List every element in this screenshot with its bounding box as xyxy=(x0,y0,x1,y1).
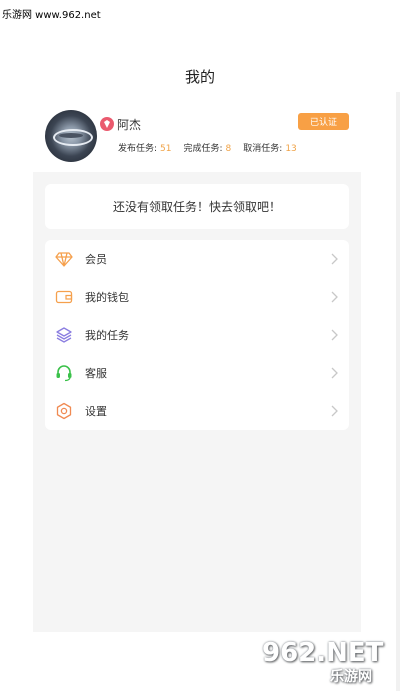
top-watermark: 乐游网 www.962.net xyxy=(2,10,101,21)
menu-item-settings[interactable]: 设置 xyxy=(45,392,349,430)
logo-subtext: 乐游网 xyxy=(330,669,372,685)
stat-label: 取消任务: xyxy=(243,144,283,154)
site-logo-watermark: 962.NET 乐游网 xyxy=(262,638,394,686)
wallet-icon xyxy=(55,288,73,306)
menu-label: 我的任务 xyxy=(85,329,129,342)
no-task-notice[interactable]: 还没有领取任务！快去领取吧！ xyxy=(45,184,349,229)
stat-value: 51 xyxy=(160,144,172,154)
username: 阿杰 xyxy=(117,117,142,132)
stat-label: 完成任务: xyxy=(183,144,223,154)
chevron-right-icon xyxy=(329,290,339,304)
settings-icon xyxy=(55,402,73,420)
menu-label: 客服 xyxy=(85,367,107,380)
stat-completed: 完成任务: 8 xyxy=(184,141,232,154)
page-title: 我的 xyxy=(184,68,215,86)
gem-badge-icon xyxy=(100,117,114,131)
menu-label: 设置 xyxy=(85,405,107,418)
headset-icon xyxy=(55,364,73,382)
user-row: 阿杰 xyxy=(100,115,141,133)
layers-icon xyxy=(55,326,73,344)
avatar[interactable] xyxy=(45,110,97,162)
menu-list: 会员 我的钱包 我的任务 客服 设置 xyxy=(45,240,349,430)
logo-text: 962.NET xyxy=(262,638,384,668)
chevron-right-icon xyxy=(329,366,339,380)
chevron-right-icon xyxy=(329,328,339,342)
menu-item-wallet[interactable]: 我的钱包 xyxy=(45,278,349,316)
task-stats: 发布任务: 51 完成任务: 8 取消任务: 13 xyxy=(118,141,309,154)
stat-value: 8 xyxy=(225,144,232,154)
menu-label: 会员 xyxy=(85,253,107,266)
diamond-icon xyxy=(55,250,73,268)
menu-item-membership[interactable]: 会员 xyxy=(45,240,349,278)
menu-item-customer-service[interactable]: 客服 xyxy=(45,354,349,392)
right-divider xyxy=(396,92,400,691)
chevron-right-icon xyxy=(329,404,339,418)
profile-card: 阿杰 已认证 发布任务: 51 完成任务: 8 取消任务: 13 xyxy=(40,105,360,170)
menu-item-my-tasks[interactable]: 我的任务 xyxy=(45,316,349,354)
chevron-right-icon xyxy=(329,252,339,266)
stat-label: 发布任务: xyxy=(118,144,158,154)
stat-published: 发布任务: 51 xyxy=(118,141,172,154)
stat-value: 13 xyxy=(285,144,297,154)
profile-page: 乐游网 www.962.net 我的 阿杰 已认证 发布任务: 51 完成任务: 8… xyxy=(0,0,400,691)
verified-badge: 已认证 xyxy=(298,113,349,130)
menu-label: 我的钱包 xyxy=(85,291,129,304)
stat-cancelled: 取消任务: 13 xyxy=(243,141,297,154)
